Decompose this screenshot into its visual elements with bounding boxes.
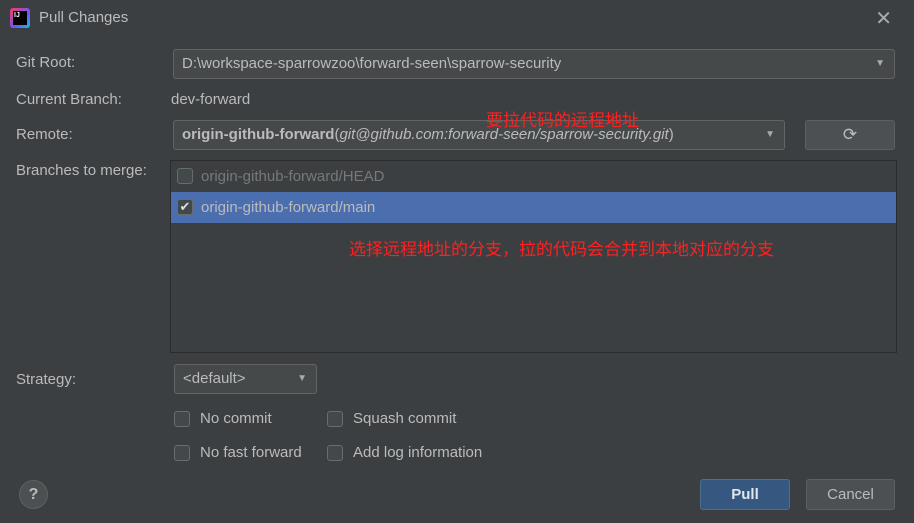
- branch-item[interactable]: ✔ origin-github-forward/main: [171, 192, 896, 223]
- close-icon[interactable]: ✕: [875, 6, 892, 31]
- cancel-button[interactable]: Cancel: [806, 479, 895, 510]
- remote-label: Remote:: [16, 126, 73, 143]
- strategy-label: Strategy:: [16, 371, 77, 388]
- current-branch-label: Current Branch:: [16, 91, 122, 108]
- checkbox-box[interactable]: [174, 411, 190, 427]
- strategy-value: <default>: [183, 370, 246, 387]
- add-log-information-checkbox[interactable]: Add log information: [327, 444, 482, 461]
- chevron-down-icon: ▼: [297, 373, 307, 384]
- option-label: Add log information: [353, 444, 483, 461]
- remote-name: origin-github-forward: [182, 126, 335, 143]
- branches-label: Branches to merge:: [16, 162, 147, 179]
- chevron-down-icon: ▼: [875, 58, 885, 69]
- branch-checkbox[interactable]: [177, 168, 193, 184]
- strategy-dropdown[interactable]: <default> ▼: [174, 364, 317, 394]
- git-root-label: Git Root:: [16, 54, 76, 71]
- checkbox-box[interactable]: [327, 445, 343, 461]
- git-root-dropdown[interactable]: D:\workspace-sparrowzoo\forward-seen\spa…: [173, 49, 895, 79]
- option-label: No fast forward: [200, 444, 302, 461]
- option-label: Squash commit: [353, 410, 457, 427]
- pull-button[interactable]: Pull: [700, 479, 790, 510]
- checkbox-box[interactable]: [327, 411, 343, 427]
- option-label: No commit: [200, 410, 272, 427]
- no-commit-checkbox[interactable]: No commit: [174, 410, 272, 427]
- branch-name: origin-github-forward/main: [201, 199, 376, 216]
- branch-annotation: 选择远程地址的分支，拉的代码会合并到本地对应的分支: [349, 240, 774, 259]
- branch-name: origin-github-forward/HEAD: [201, 168, 385, 185]
- window-title: Pull Changes: [39, 9, 129, 26]
- intellij-logo-icon: IJ: [10, 8, 30, 28]
- branch-checkbox[interactable]: ✔: [177, 199, 193, 215]
- branch-item[interactable]: origin-github-forward/HEAD: [171, 161, 896, 192]
- checkbox-box[interactable]: [174, 445, 190, 461]
- squash-commit-checkbox[interactable]: Squash commit: [327, 410, 456, 427]
- chevron-down-icon: ▼: [759, 121, 775, 149]
- git-root-value: D:\workspace-sparrowzoo\forward-seen\spa…: [182, 55, 562, 72]
- remote-annotation: 要拉代码的远程地址: [486, 111, 639, 130]
- help-button[interactable]: ?: [19, 480, 48, 509]
- remote-dropdown[interactable]: origin-github-forward(git@github.com:for…: [173, 120, 785, 150]
- refresh-icon: ⟳: [842, 125, 858, 144]
- current-branch-value: dev-forward: [171, 91, 251, 108]
- no-fast-forward-checkbox[interactable]: No fast forward: [174, 444, 302, 461]
- refresh-button[interactable]: ⟳: [805, 120, 895, 150]
